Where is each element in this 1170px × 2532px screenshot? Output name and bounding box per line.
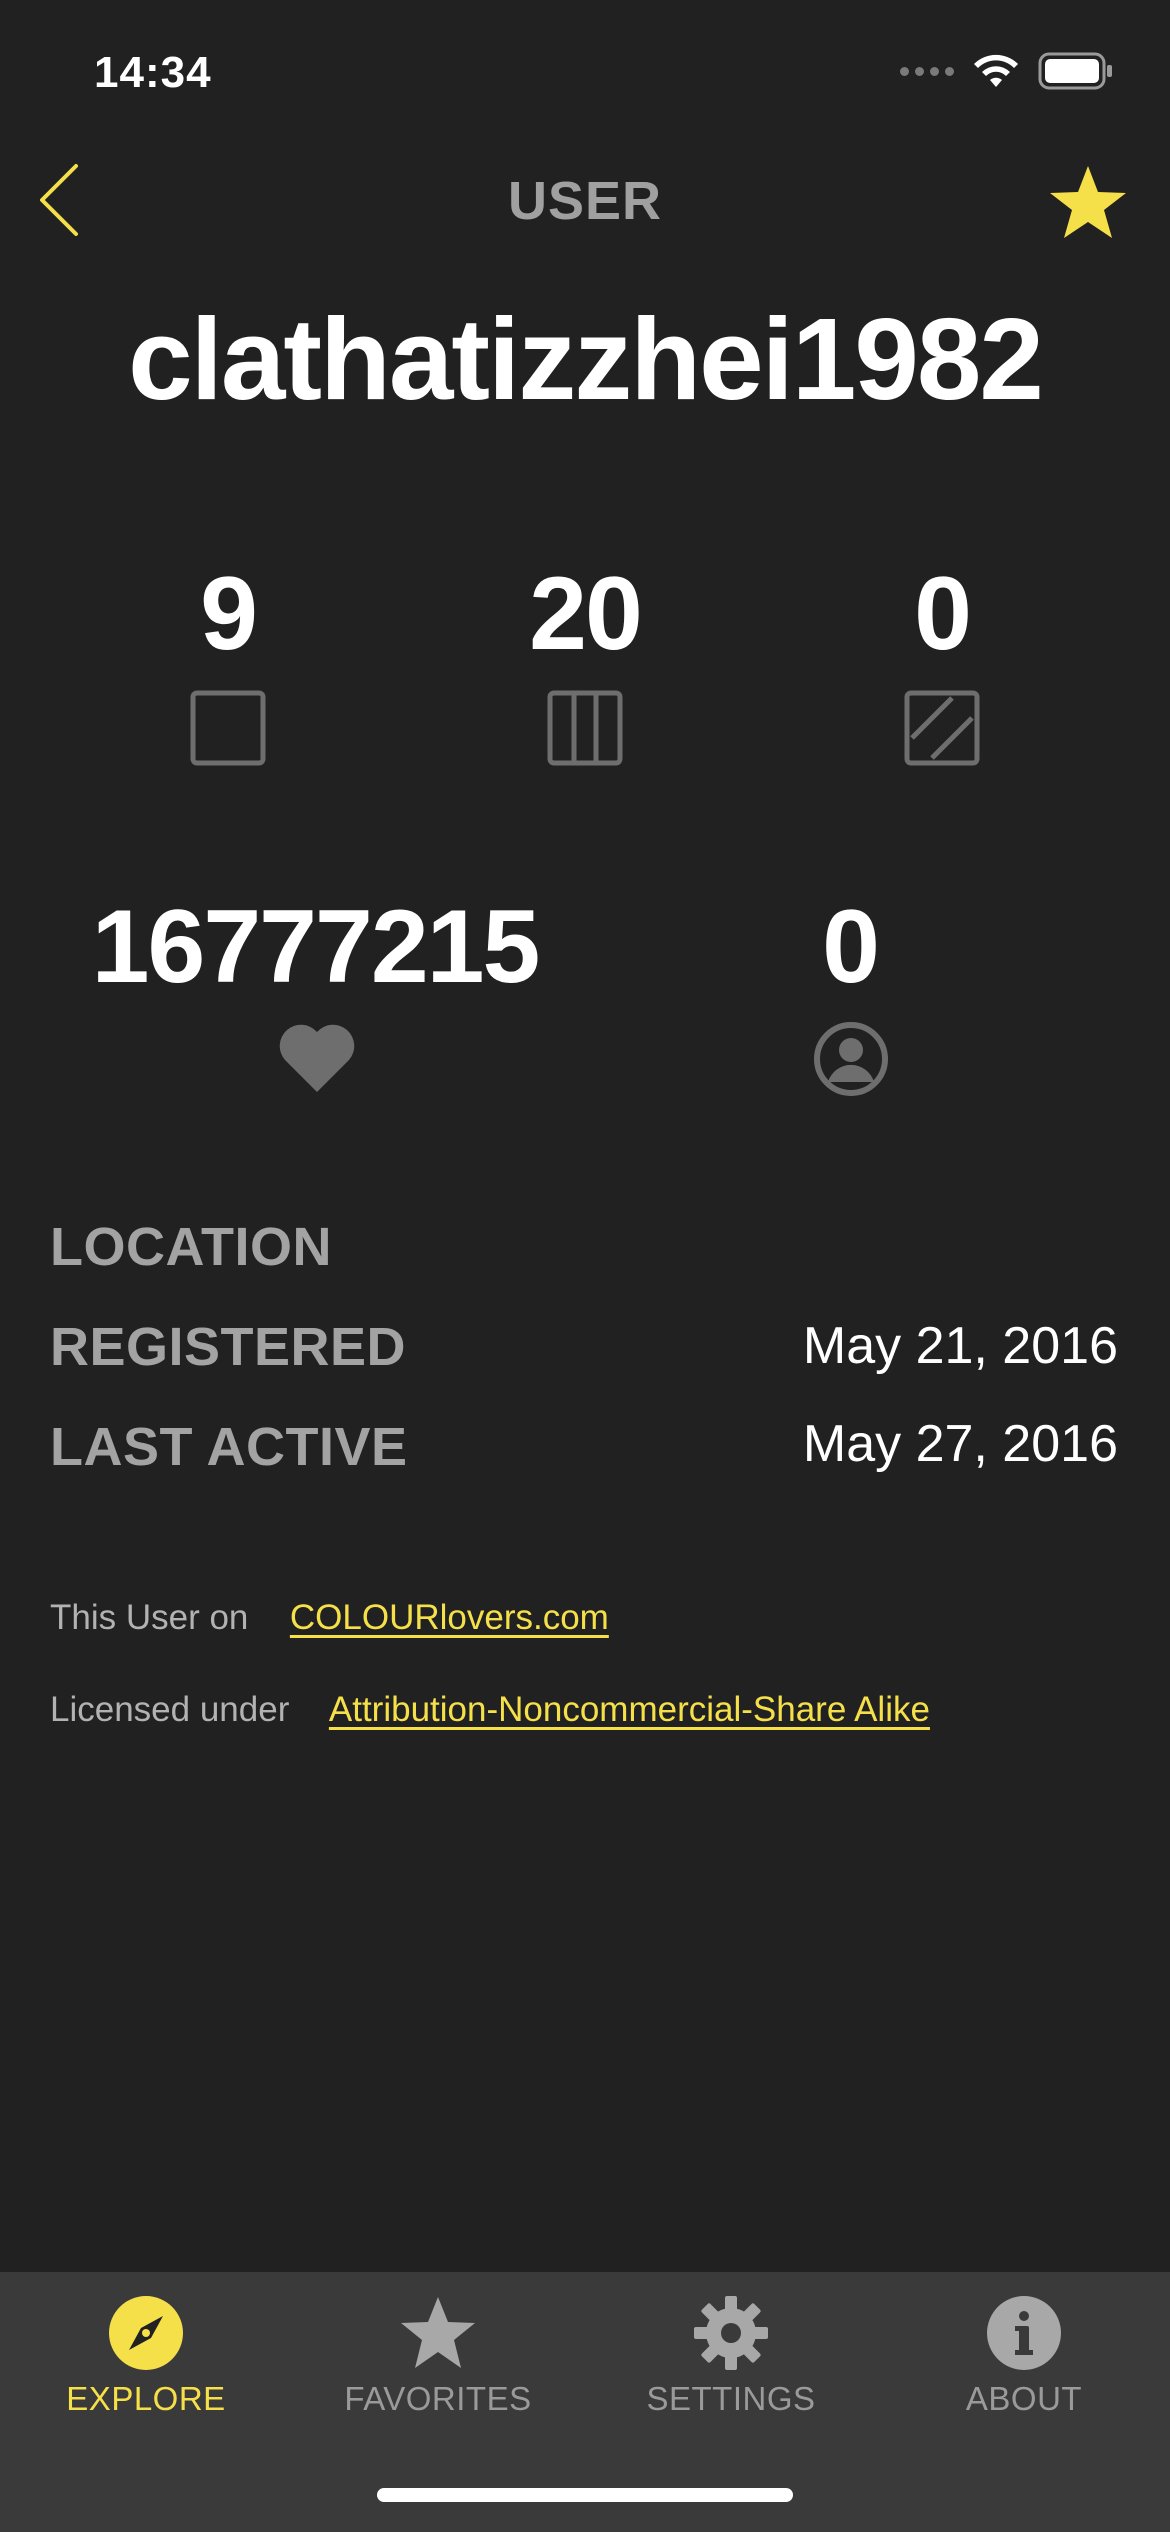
tab-explore-label: EXPLORE <box>66 2380 226 2417</box>
colors-count: 9 <box>200 556 258 672</box>
tab-about[interactable] <box>878 2294 1170 2377</box>
licensed-text: Licensed under <box>50 1690 290 1729</box>
cellular-signal-icon <box>900 66 954 76</box>
status-time: 14:34 <box>94 48 212 97</box>
tab-settings[interactable] <box>585 2294 877 2377</box>
tab-settings-label: SETTINGS <box>646 2380 816 2417</box>
favorite-star-icon[interactable] <box>1046 162 1130 246</box>
gear-icon <box>694 2296 768 2370</box>
home-indicator <box>377 2488 793 2502</box>
tab-about-label: ABOUT <box>965 2380 1083 2417</box>
patterns-count: 0 <box>914 556 972 672</box>
star-icon <box>401 2297 475 2368</box>
username: clathatizzhei1982 <box>128 294 1044 424</box>
palette-columns-icon <box>547 690 623 766</box>
lovers-count: 0 <box>822 889 880 1005</box>
user-circle-icon <box>814 1022 888 1096</box>
battery-icon <box>1038 52 1112 90</box>
last-active-value: May 27, 2016 <box>802 1415 1118 1473</box>
loves-count: 16777215 <box>91 889 541 1005</box>
tab-favorites[interactable] <box>292 2294 584 2377</box>
color-square-icon <box>190 690 266 766</box>
info-icon <box>987 2296 1061 2370</box>
compass-icon <box>109 2296 183 2370</box>
tab-explore[interactable] <box>0 2294 292 2377</box>
tab-favorites-label: FAVORITES <box>344 2380 532 2417</box>
status-icons <box>900 52 1114 90</box>
registered-label: REGISTERED <box>50 1317 407 1377</box>
location-label: LOCATION <box>50 1217 332 1277</box>
user-on-text: This User on <box>50 1598 249 1637</box>
heart-icon <box>279 1024 355 1092</box>
page-title: USER <box>507 171 663 231</box>
last-active-label: LAST ACTIVE <box>50 1417 408 1477</box>
license-link[interactable]: Attribution-Noncommercial-Share Alike <box>329 1690 930 1729</box>
pattern-hatch-icon <box>904 690 980 766</box>
colourlovers-link[interactable]: COLOURlovers.com <box>290 1598 609 1637</box>
license-row: Licensed under Attribution-Noncommercial… <box>50 1690 930 1730</box>
wifi-icon <box>974 54 1018 87</box>
user-on-row: This User on COLOURlovers.com <box>50 1598 609 1638</box>
registered-value: May 21, 2016 <box>802 1317 1118 1375</box>
palettes-count: 20 <box>529 556 643 672</box>
